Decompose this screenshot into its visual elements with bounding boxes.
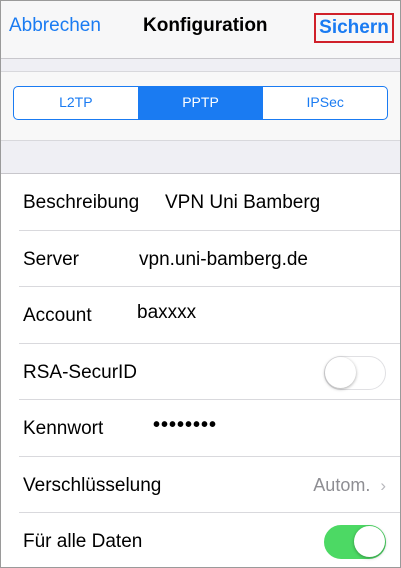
segment-l2tp[interactable]: L2TP (14, 87, 139, 119)
rsa-securid-toggle[interactable] (324, 355, 386, 390)
description-label: Beschreibung (23, 192, 140, 213)
save-button[interactable]: Sichern (314, 13, 394, 43)
all-data-row: Für alle Daten (1, 513, 400, 567)
toggle-knob (325, 356, 356, 388)
password-row[interactable]: Kennwort •••••••• (1, 400, 400, 457)
encryption-row[interactable]: Verschlüsselung Autom. › (1, 457, 400, 514)
description-field[interactable]: VPN Uni Bamberg (165, 192, 320, 214)
encryption-value: Autom. (313, 474, 371, 495)
description-row[interactable]: Beschreibung VPN Uni Bamberg (1, 174, 400, 231)
server-field[interactable]: vpn.uni-bamberg.de (139, 249, 308, 271)
rsa-securid-row: RSA-SecurID (1, 344, 400, 401)
segment-ipsec[interactable]: IPSec (263, 87, 387, 119)
rsa-securid-label: RSA-SecurID (23, 361, 138, 383)
all-data-label: Für alle Daten (23, 531, 143, 552)
encryption-value-group: Autom. › (313, 475, 386, 496)
server-label: Server (23, 248, 79, 270)
vpn-settings-form: Beschreibung VPN Uni Bamberg Server vpn.… (1, 173, 400, 567)
vpn-config-screen: Abbrechen Konfiguration Sichern L2TP PPT… (0, 0, 401, 568)
chevron-right-icon: › (380, 475, 386, 495)
account-row[interactable]: Account baxxxx (1, 287, 400, 344)
cancel-button[interactable]: Abbrechen (9, 15, 101, 37)
navigation-bar: Abbrechen Konfiguration Sichern (1, 1, 400, 59)
vpn-type-section: L2TP PPTP IPSec (1, 71, 400, 141)
segment-pptp[interactable]: PPTP (138, 87, 264, 119)
account-field[interactable]: baxxxx (137, 302, 196, 324)
password-field[interactable]: •••••••• (153, 414, 217, 437)
page-title: Konfiguration (143, 15, 268, 36)
server-row[interactable]: Server vpn.uni-bamberg.de (1, 231, 400, 288)
account-label: Account (23, 305, 92, 326)
all-data-toggle[interactable] (324, 525, 386, 559)
password-label: Kennwort (23, 418, 104, 439)
toggle-knob (354, 526, 385, 557)
vpn-type-segmented-control: L2TP PPTP IPSec (13, 86, 388, 120)
encryption-label: Verschlüsselung (23, 474, 162, 496)
